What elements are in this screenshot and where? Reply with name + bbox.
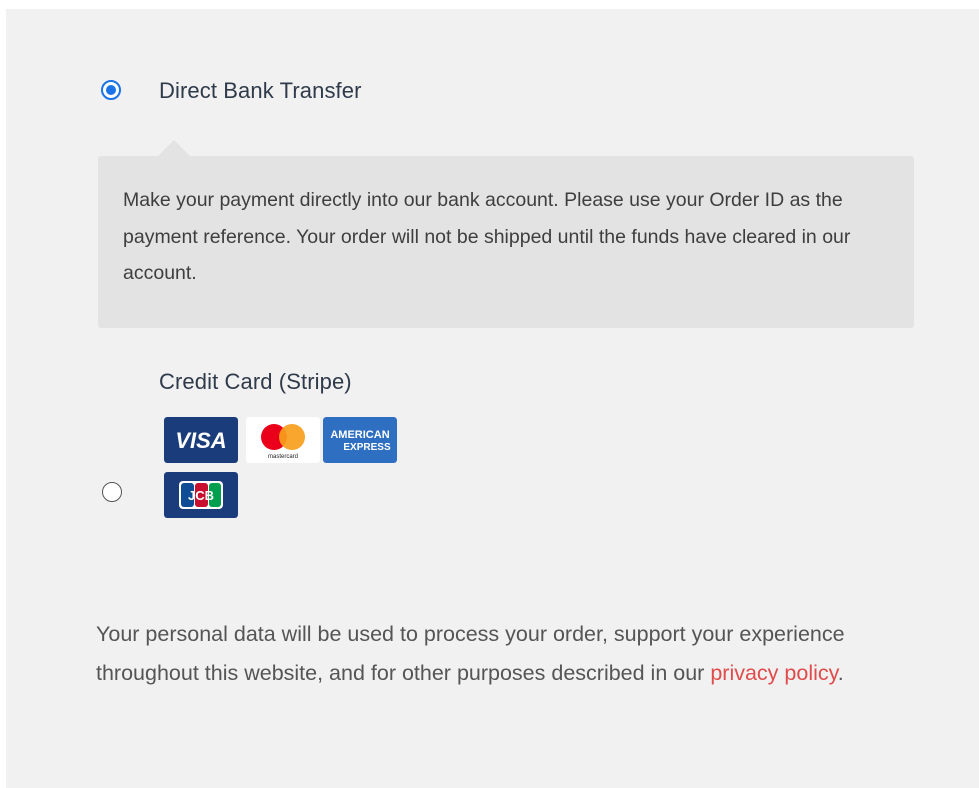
mastercard-card-icon: mastercard — [246, 417, 320, 463]
amex-logo-line2: EXPRESS — [343, 442, 391, 453]
bank-transfer-radio[interactable] — [101, 80, 121, 100]
mastercard-logo-text: mastercard — [268, 454, 298, 460]
credit-card-radio[interactable] — [102, 482, 122, 502]
bank-transfer-description: Make your payment directly into our bank… — [98, 140, 914, 328]
privacy-notice-end: . — [837, 661, 844, 685]
payment-methods-panel: Direct Bank Transfer Make your payment d… — [6, 9, 979, 788]
privacy-notice: Your personal data will be used to proce… — [96, 615, 926, 693]
american-express-card-icon: AMERICAN EXPRESS — [323, 417, 397, 463]
amex-logo-line1: AMERICAN — [330, 429, 389, 441]
visa-logo-text: VISA — [175, 428, 226, 453]
visa-card-icon: VISA — [164, 417, 238, 463]
jcb-logo-text: JCB — [188, 488, 214, 503]
credit-card-label[interactable]: Credit Card (Stripe) — [159, 369, 352, 395]
jcb-card-icon: JCB — [164, 472, 238, 518]
privacy-policy-link[interactable]: privacy policy — [710, 661, 837, 685]
bank-transfer-label[interactable]: Direct Bank Transfer — [159, 78, 362, 104]
